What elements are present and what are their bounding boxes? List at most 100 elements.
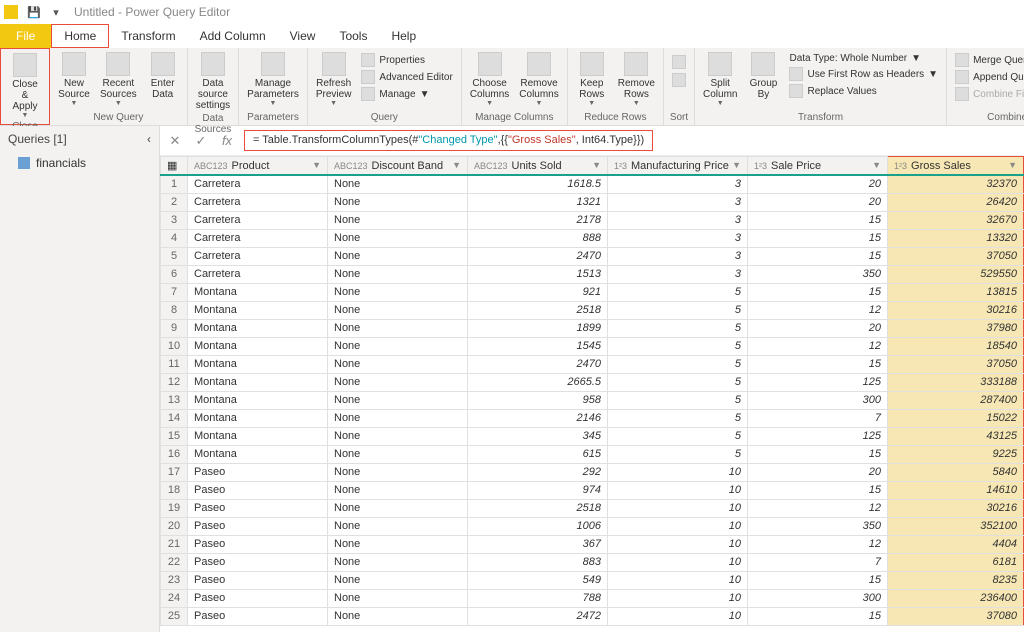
cell-product[interactable]: Paseo [188,553,328,571]
save-icon[interactable]: 💾 [24,2,44,22]
cell-units[interactable]: 1006 [468,517,608,535]
cell-sale-price[interactable]: 15 [748,283,888,301]
cell-discount[interactable]: None [328,319,468,337]
cell-discount[interactable]: None [328,247,468,265]
column-header-units-sold[interactable]: ABC123Units Sold▼ [468,157,608,176]
table-row[interactable]: 5 Carretera None 2470 3 15 37050 [161,247,1024,265]
tab-view[interactable]: View [278,24,328,48]
cell-units[interactable]: 367 [468,535,608,553]
filter-icon[interactable]: ▼ [452,160,461,170]
row-index[interactable]: 11 [161,355,188,373]
row-index[interactable]: 2 [161,193,188,211]
cell-units[interactable]: 921 [468,283,608,301]
cell-gross-sales[interactable]: 32370 [888,175,1024,193]
row-index[interactable]: 14 [161,409,188,427]
table-row[interactable]: 12 Montana None 2665.5 5 125 333188 [161,373,1024,391]
cell-sale-price[interactable]: 12 [748,499,888,517]
cell-product[interactable]: Paseo [188,607,328,625]
cell-gross-sales[interactable]: 4404 [888,535,1024,553]
row-index[interactable]: 15 [161,427,188,445]
cell-gross-sales[interactable]: 32670 [888,211,1024,229]
cell-units[interactable]: 888 [468,229,608,247]
row-index[interactable]: 21 [161,535,188,553]
fx-icon[interactable]: fx [218,133,236,148]
cell-gross-sales[interactable]: 5840 [888,463,1024,481]
row-index[interactable]: 22 [161,553,188,571]
cell-units[interactable]: 958 [468,391,608,409]
cell-mfg-price[interactable]: 5 [608,373,748,391]
cell-product[interactable]: Carretera [188,175,328,193]
cell-mfg-price[interactable]: 5 [608,445,748,463]
cell-product[interactable]: Montana [188,319,328,337]
cell-units[interactable]: 2178 [468,211,608,229]
cell-product[interactable]: Paseo [188,571,328,589]
manage-button[interactable]: Manage ▼ [357,86,456,102]
cell-mfg-price[interactable]: 10 [608,499,748,517]
cell-gross-sales[interactable]: 333188 [888,373,1024,391]
accept-formula-icon[interactable]: ✓ [192,133,210,149]
cell-product[interactable]: Carretera [188,229,328,247]
cell-discount[interactable]: None [328,175,468,193]
cell-gross-sales[interactable]: 236400 [888,589,1024,607]
cell-sale-price[interactable]: 12 [748,535,888,553]
cell-gross-sales[interactable]: 30216 [888,499,1024,517]
table-row[interactable]: 6 Carretera None 1513 3 350 529550 [161,265,1024,283]
cell-discount[interactable]: None [328,193,468,211]
cancel-formula-icon[interactable]: ✕ [166,133,184,149]
advanced-editor-button[interactable]: Advanced Editor [357,69,456,85]
row-index[interactable]: 4 [161,229,188,247]
cell-sale-price[interactable]: 300 [748,589,888,607]
cell-units[interactable]: 1321 [468,193,608,211]
cell-product[interactable]: Carretera [188,247,328,265]
column-header-product[interactable]: ABC123Product▼ [188,157,328,176]
split-column-button[interactable]: Split Column▼ [699,50,741,109]
cell-mfg-price[interactable]: 3 [608,175,748,193]
table-row[interactable]: 25 Paseo None 2472 10 15 37080 [161,607,1024,625]
cell-discount[interactable]: None [328,427,468,445]
cell-units[interactable]: 883 [468,553,608,571]
cell-mfg-price[interactable]: 5 [608,409,748,427]
cell-units[interactable]: 974 [468,481,608,499]
row-index[interactable]: 10 [161,337,188,355]
table-row[interactable]: 21 Paseo None 367 10 12 4404 [161,535,1024,553]
row-index[interactable]: 18 [161,481,188,499]
cell-units[interactable]: 615 [468,445,608,463]
cell-gross-sales[interactable]: 37080 [888,607,1024,625]
cell-mfg-price[interactable]: 10 [608,517,748,535]
tab-help[interactable]: Help [379,24,428,48]
cell-product[interactable]: Paseo [188,481,328,499]
table-row[interactable]: 23 Paseo None 549 10 15 8235 [161,571,1024,589]
cell-sale-price[interactable]: 15 [748,445,888,463]
remove-columns-button[interactable]: Remove Columns▼ [515,50,562,109]
cell-discount[interactable]: None [328,409,468,427]
cell-units[interactable]: 788 [468,589,608,607]
query-item-financials[interactable]: financials [0,152,159,174]
table-row[interactable]: 10 Montana None 1545 5 12 18540 [161,337,1024,355]
cell-gross-sales[interactable]: 15022 [888,409,1024,427]
cell-discount[interactable]: None [328,265,468,283]
cell-discount[interactable]: None [328,517,468,535]
cell-discount[interactable]: None [328,535,468,553]
cell-mfg-price[interactable]: 3 [608,265,748,283]
cell-sale-price[interactable]: 7 [748,553,888,571]
cell-product[interactable]: Paseo [188,499,328,517]
filter-icon[interactable]: ▼ [592,160,601,170]
filter-icon[interactable]: ▼ [872,160,881,170]
cell-gross-sales[interactable]: 43125 [888,427,1024,445]
table-row[interactable]: 24 Paseo None 788 10 300 236400 [161,589,1024,607]
table-row[interactable]: 15 Montana None 345 5 125 43125 [161,427,1024,445]
cell-discount[interactable]: None [328,553,468,571]
row-index[interactable]: 8 [161,301,188,319]
cell-gross-sales[interactable]: 30216 [888,301,1024,319]
column-header-discount-band[interactable]: ABC123Discount Band▼ [328,157,468,176]
cell-sale-price[interactable]: 350 [748,517,888,535]
cell-sale-price[interactable]: 15 [748,211,888,229]
table-row[interactable]: 19 Paseo None 2518 10 12 30216 [161,499,1024,517]
cell-product[interactable]: Paseo [188,589,328,607]
cell-units[interactable]: 2470 [468,247,608,265]
cell-gross-sales[interactable]: 8235 [888,571,1024,589]
new-source-button[interactable]: New Source▼ [54,50,94,109]
cell-sale-price[interactable]: 125 [748,373,888,391]
table-row[interactable]: 9 Montana None 1899 5 20 37980 [161,319,1024,337]
cell-product[interactable]: Carretera [188,265,328,283]
